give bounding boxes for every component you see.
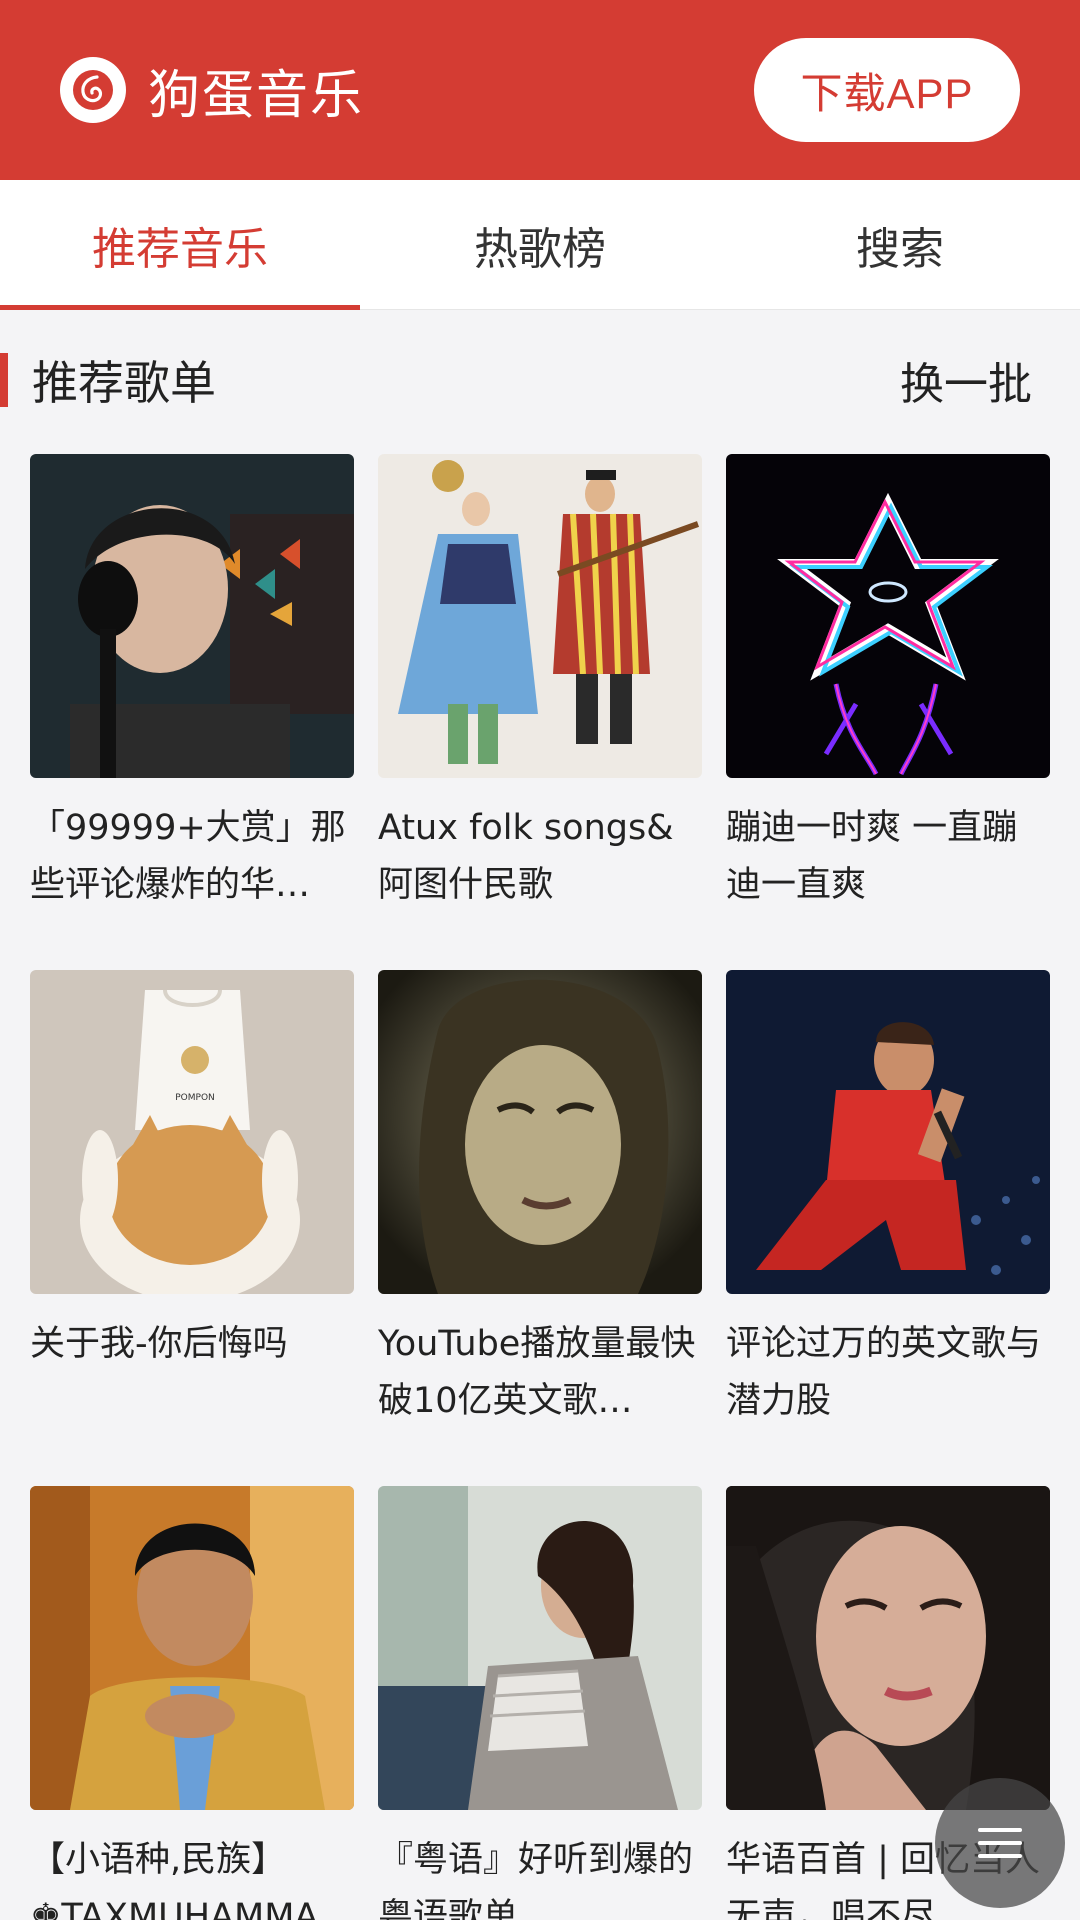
top-bar: 狗蛋音乐 下载APP (0, 0, 1080, 180)
playlist-cover[interactable] (378, 970, 702, 1294)
app-name: 狗蛋音乐 (148, 65, 365, 126)
playlist-title[interactable]: 『粤语』好听到爆的粤语歌单. (378, 1832, 702, 1920)
playlist-cover[interactable] (726, 1486, 1050, 1810)
playlist-card[interactable]: 『粤语』好听到爆的粤语歌单. (378, 1486, 702, 1920)
brand[interactable]: 狗蛋音乐 (60, 53, 364, 128)
playlist-title[interactable]: 评论过万的英文歌与潜力股 (726, 1316, 1050, 1430)
section-title-wrap: 推荐歌单 (0, 347, 216, 413)
section-title: 推荐歌单 (32, 356, 216, 410)
playlist-title[interactable]: 【小语种,民族】♚TAXMUHAMMA… (30, 1832, 354, 1920)
tab-search[interactable]: 搜索 (720, 180, 1080, 309)
svg-text:POMPON: POMPON (175, 1093, 215, 1103)
playlist-grid: 「99999+大赏」那些评论爆炸的华… Atux folk songs& 阿图什… (30, 454, 1050, 1920)
playlist-title[interactable]: Atux folk songs& 阿图什民歌 (378, 800, 702, 914)
tab-recommend[interactable]: 推荐音乐 (0, 180, 360, 310)
playlist-cover[interactable] (378, 1486, 702, 1810)
playlist-title[interactable]: 蹦迪一时爽 一直蹦迪一直爽 (726, 800, 1050, 914)
playlist-cover[interactable] (30, 454, 354, 778)
refresh-button[interactable]: 换一批 (900, 348, 1032, 412)
section-accent-bar (0, 353, 8, 407)
playlist-cover[interactable] (378, 454, 702, 778)
playlist-cover[interactable] (30, 1486, 354, 1810)
playlist-cover[interactable] (726, 454, 1050, 778)
playlist-card[interactable]: Atux folk songs& 阿图什民歌 (378, 454, 702, 914)
app-screen: 狗蛋音乐 下载APP 推荐音乐 热歌榜 搜索 推荐歌单 换一批 「99999+大… (0, 0, 1080, 1920)
playlist-title[interactable]: 关于我-你后悔吗 (30, 1316, 354, 1430)
playlist-card[interactable]: 蹦迪一时爽 一直蹦迪一直爽 (726, 454, 1050, 914)
playlist-card[interactable]: POMPON 关于我-你后悔吗 (30, 970, 354, 1430)
tab-bar: 推荐音乐 热歌榜 搜索 (0, 180, 1080, 310)
playlist-cover[interactable] (726, 970, 1050, 1294)
download-app-button[interactable]: 下载APP (754, 38, 1020, 142)
playlist-card[interactable]: 「99999+大赏」那些评论爆炸的华… (30, 454, 354, 914)
floating-menu-button[interactable] (935, 1778, 1065, 1908)
playlist-cover[interactable]: POMPON (30, 970, 354, 1294)
section-header: 推荐歌单 换一批 (0, 345, 1080, 415)
netease-music-icon (60, 57, 126, 123)
menu-icon (978, 1819, 1022, 1867)
playlist-card[interactable]: YouTube播放量最快破10亿英文歌… (378, 970, 702, 1430)
playlist-card[interactable]: 【小语种,民族】♚TAXMUHAMMA… (30, 1486, 354, 1920)
playlist-title[interactable]: 「99999+大赏」那些评论爆炸的华… (30, 800, 354, 914)
tab-hot-chart[interactable]: 热歌榜 (360, 180, 720, 309)
playlist-title[interactable]: YouTube播放量最快破10亿英文歌… (378, 1316, 702, 1430)
playlist-card[interactable]: 评论过万的英文歌与潜力股 (726, 970, 1050, 1430)
